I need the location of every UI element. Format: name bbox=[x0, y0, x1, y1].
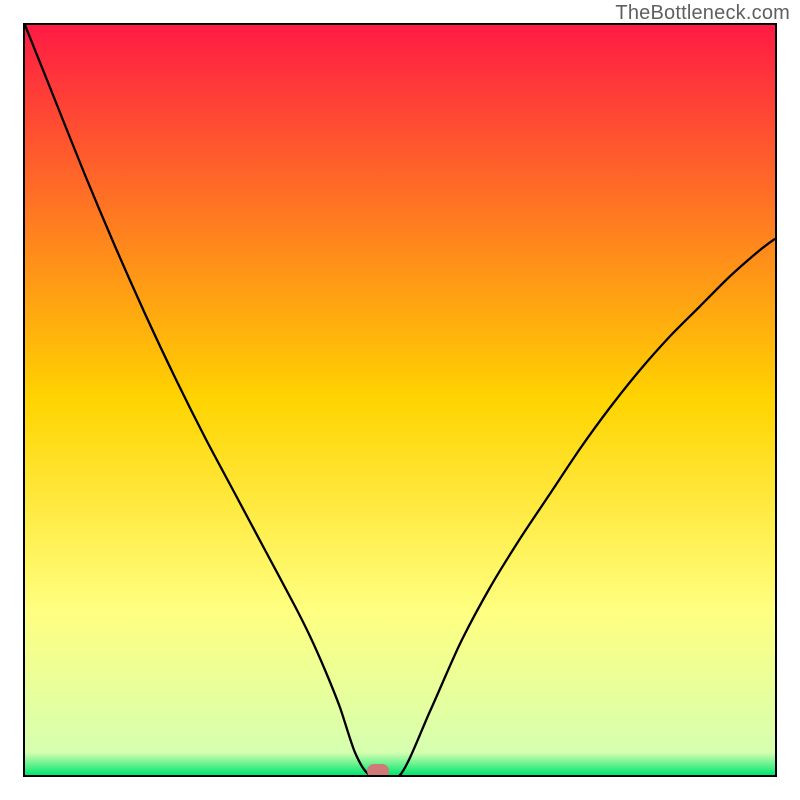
optimal-point-marker bbox=[367, 764, 389, 777]
plot-area bbox=[23, 23, 777, 777]
chart-frame: TheBottleneck.com bbox=[0, 0, 800, 800]
bottleneck-curve bbox=[25, 25, 775, 775]
attribution-text: TheBottleneck.com bbox=[615, 2, 790, 25]
